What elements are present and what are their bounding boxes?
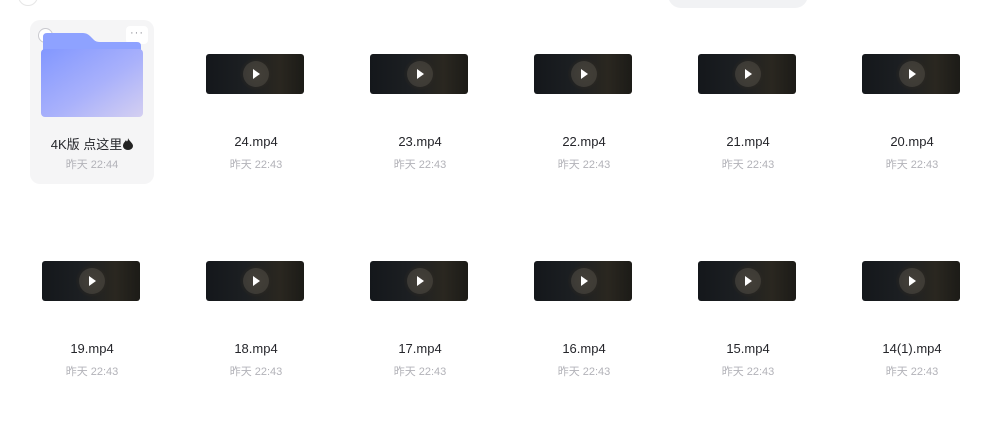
file-time: 昨天 22:43 bbox=[393, 159, 447, 171]
video-file-item[interactable]: 23.mp4 昨天 22:43 bbox=[358, 20, 482, 184]
video-file-item[interactable]: 22.mp4 昨天 22:43 bbox=[522, 20, 646, 184]
play-icon[interactable] bbox=[735, 268, 761, 294]
file-name: 22.mp4 bbox=[562, 134, 606, 149]
file-name: 18.mp4 bbox=[234, 341, 278, 356]
play-icon[interactable] bbox=[571, 268, 597, 294]
video-file-item[interactable]: 20.mp4 昨天 22:43 bbox=[850, 20, 974, 184]
file-name: 24.mp4 bbox=[234, 134, 278, 149]
video-thumbnail bbox=[698, 261, 796, 301]
file-time: 昨天 22:43 bbox=[885, 159, 939, 171]
play-icon[interactable] bbox=[79, 268, 105, 294]
folder-time: 昨天 22:44 bbox=[65, 159, 119, 171]
file-time: 昨天 22:43 bbox=[229, 366, 283, 378]
file-name: 17.mp4 bbox=[398, 341, 442, 356]
file-time: 昨天 22:43 bbox=[721, 366, 775, 378]
video-thumbnail bbox=[206, 54, 304, 94]
file-name: 20.mp4 bbox=[890, 134, 934, 149]
play-icon[interactable] bbox=[735, 61, 761, 87]
file-name: 16.mp4 bbox=[562, 341, 606, 356]
select-all-checkbox[interactable] bbox=[18, 0, 38, 6]
play-icon[interactable] bbox=[243, 268, 269, 294]
file-time: 昨天 22:43 bbox=[885, 366, 939, 378]
file-name: 14(1).mp4 bbox=[882, 341, 942, 356]
file-browser: ··· 4K版 点这里 昨天 22:44 24.mp4 昨天 22:43 23.… bbox=[0, 0, 997, 422]
play-icon[interactable] bbox=[571, 61, 597, 87]
play-icon[interactable] bbox=[243, 61, 269, 87]
file-time: 昨天 22:43 bbox=[721, 159, 775, 171]
video-file-item[interactable]: 16.mp4 昨天 22:43 bbox=[522, 227, 646, 391]
video-file-item[interactable]: 21.mp4 昨天 22:43 bbox=[686, 20, 810, 184]
video-file-item[interactable]: 14(1).mp4 昨天 22:43 bbox=[850, 227, 974, 391]
video-file-item[interactable]: 15.mp4 昨天 22:43 bbox=[686, 227, 810, 391]
file-name: 21.mp4 bbox=[726, 134, 770, 149]
folder-name: 4K版 点这里 bbox=[30, 134, 154, 153]
video-file-item[interactable]: 18.mp4 昨天 22:43 bbox=[194, 227, 318, 391]
file-time: 昨天 22:43 bbox=[65, 366, 119, 378]
video-thumbnail bbox=[534, 54, 632, 94]
video-file-item[interactable]: 17.mp4 昨天 22:43 bbox=[358, 227, 482, 391]
video-thumbnail bbox=[534, 261, 632, 301]
video-thumbnail bbox=[206, 261, 304, 301]
file-name: 23.mp4 bbox=[398, 134, 442, 149]
play-icon[interactable] bbox=[899, 61, 925, 87]
video-file-item[interactable]: 24.mp4 昨天 22:43 bbox=[194, 20, 318, 184]
video-thumbnail bbox=[42, 261, 140, 301]
file-time: 昨天 22:43 bbox=[557, 366, 611, 378]
folder-item[interactable]: ··· 4K版 点这里 昨天 22:44 bbox=[30, 20, 154, 184]
play-icon[interactable] bbox=[407, 61, 433, 87]
play-icon[interactable] bbox=[407, 268, 433, 294]
video-thumbnail bbox=[370, 261, 468, 301]
folder-icon bbox=[41, 33, 143, 117]
video-thumbnail bbox=[698, 54, 796, 94]
video-thumbnail bbox=[862, 261, 960, 301]
file-name: 19.mp4 bbox=[70, 341, 114, 356]
video-thumbnail bbox=[370, 54, 468, 94]
drop-icon bbox=[123, 138, 134, 150]
play-icon[interactable] bbox=[899, 268, 925, 294]
file-time: 昨天 22:43 bbox=[393, 366, 447, 378]
file-time: 昨天 22:43 bbox=[557, 159, 611, 171]
video-file-item[interactable]: 19.mp4 昨天 22:43 bbox=[30, 227, 154, 391]
file-time: 昨天 22:43 bbox=[229, 159, 283, 171]
file-name: 15.mp4 bbox=[726, 341, 770, 356]
search-bar[interactable] bbox=[668, 0, 808, 8]
file-grid: ··· 4K版 点这里 昨天 22:44 24.mp4 昨天 22:43 23.… bbox=[30, 20, 974, 391]
video-thumbnail bbox=[862, 54, 960, 94]
